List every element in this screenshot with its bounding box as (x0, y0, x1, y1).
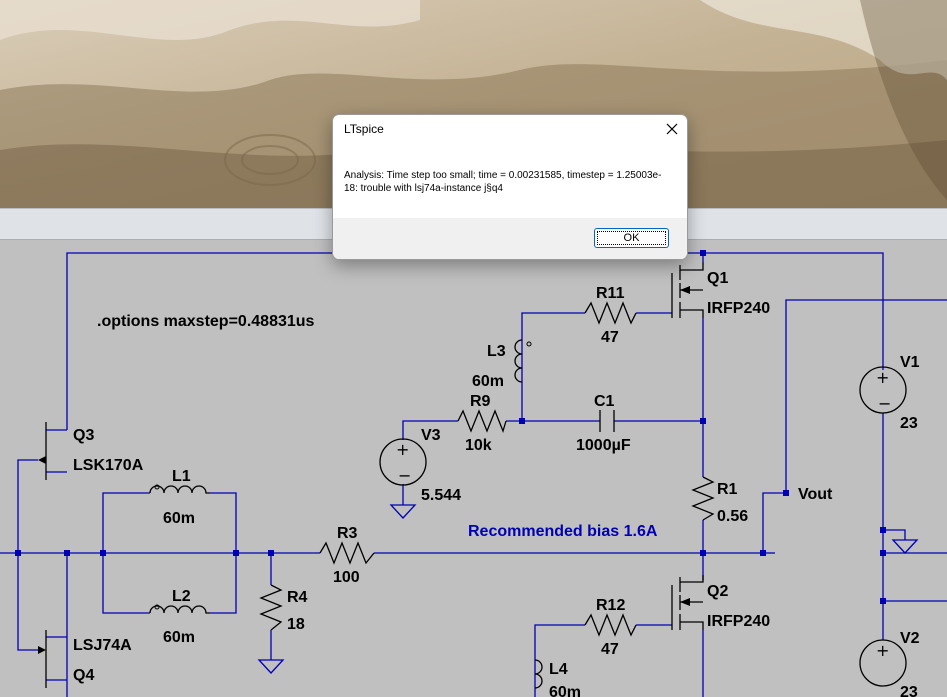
svg-text:−: − (398, 466, 411, 485)
r12-name: R12 (596, 597, 625, 614)
r12-value: 47 (601, 641, 619, 658)
close-icon (666, 123, 678, 135)
ok-button[interactable]: OK (594, 228, 669, 248)
bias-note[interactable]: Recommended bias 1.6A (468, 523, 658, 540)
v2-value: 23 (900, 684, 918, 697)
l3-name: L3 (487, 343, 506, 360)
r3-name: R3 (337, 525, 358, 542)
r1-name: R1 (717, 481, 738, 498)
r4-name: R4 (287, 589, 308, 606)
v3-name: V3 (421, 427, 441, 444)
dialog-message: Analysis: Time step too small; time = 0.… (344, 170, 662, 194)
l2-name: L2 (172, 588, 191, 605)
schematic-canvas[interactable]: + − + + − .options maxstep=0.48831us Rec… (0, 240, 947, 697)
l2-value: 60m (163, 629, 195, 646)
l4-name: L4 (549, 661, 568, 678)
v3-value: 5.544 (421, 487, 461, 504)
dialog-title: LTspice (344, 122, 384, 136)
vout-label[interactable]: Vout (798, 486, 833, 503)
r11-name: R11 (596, 285, 625, 302)
c1-name: C1 (594, 393, 615, 410)
r9-name: R9 (470, 393, 491, 410)
r9-value: 10k (465, 437, 492, 454)
v2-name: V2 (900, 630, 920, 647)
l3-value: 60m (472, 373, 504, 390)
q1-name: Q1 (707, 270, 728, 287)
v1-value: 23 (900, 415, 918, 432)
l1-value: 60m (163, 510, 195, 527)
spice-directive[interactable]: .options maxstep=0.48831us (97, 313, 315, 330)
dialog-footer: OK (333, 218, 687, 259)
q4-model: LSJ74A (73, 637, 132, 654)
svg-text:+: + (396, 440, 409, 459)
q3-model: LSK170A (73, 457, 144, 474)
svg-text:+: + (876, 368, 889, 387)
svg-text:−: − (878, 394, 891, 413)
v1-name: V1 (900, 354, 920, 371)
l4-value: 60m (549, 684, 581, 697)
r3-value: 100 (333, 569, 360, 586)
r11-value: 47 (601, 329, 619, 346)
error-dialog: LTspice Analysis: Time step too small; t… (332, 114, 688, 260)
c1-value: 1000µF (576, 437, 631, 454)
q4-name: Q4 (73, 667, 94, 684)
r1-value: 0.56 (717, 508, 748, 525)
q3-name: Q3 (73, 427, 94, 444)
l1-name: L1 (172, 468, 191, 485)
r4-value: 18 (287, 616, 305, 633)
svg-text:+: + (876, 641, 889, 660)
q1-model: IRFP240 (707, 300, 770, 317)
q2-name: Q2 (707, 583, 728, 600)
q2-model: IRFP240 (707, 613, 770, 630)
dialog-close-button[interactable] (657, 115, 687, 143)
